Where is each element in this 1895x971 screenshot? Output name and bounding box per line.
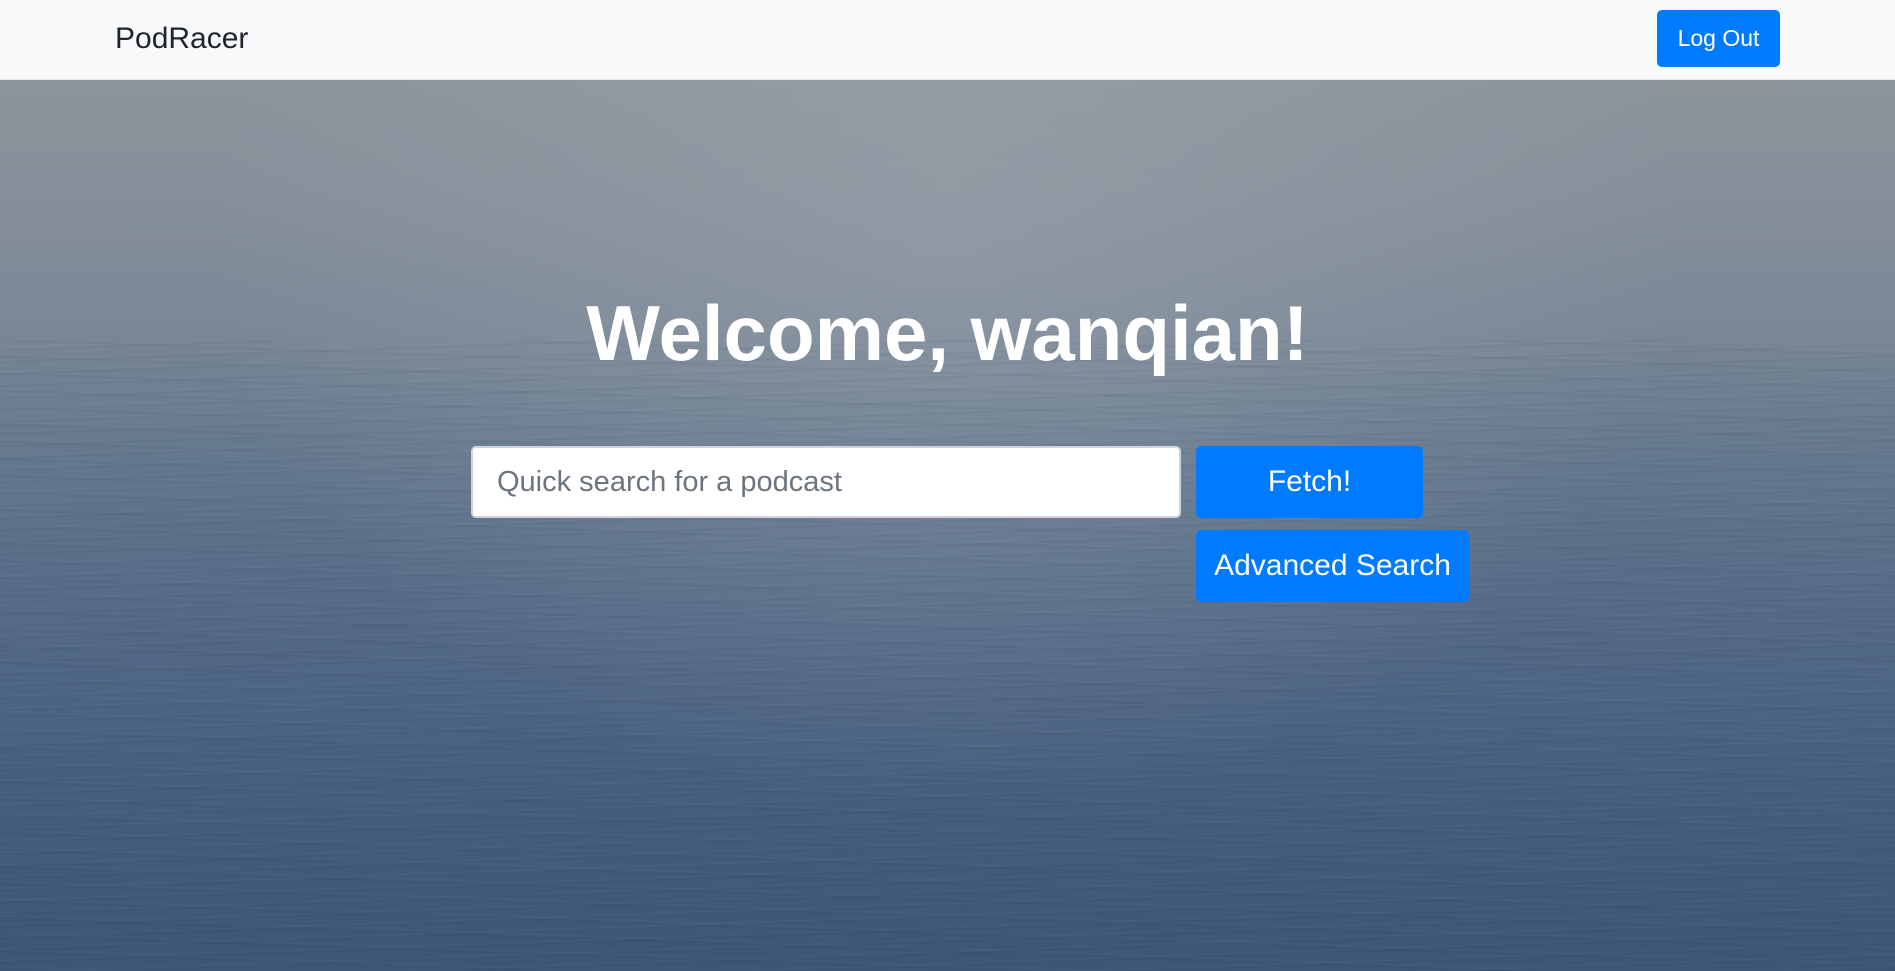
advanced-search-button[interactable]: Advanced Search — [1196, 530, 1469, 602]
welcome-heading: Welcome, wanqian! — [586, 289, 1309, 377]
top-navbar: PodRacer Log Out — [0, 0, 1895, 80]
hero-section — [0, 80, 1895, 971]
logout-button[interactable]: Log Out — [1657, 10, 1780, 67]
brand-logo-link[interactable]: PodRacer — [115, 20, 248, 58]
hero-background-waves — [0, 340, 1895, 971]
quick-search-input[interactable] — [471, 446, 1181, 518]
fetch-button[interactable]: Fetch! — [1196, 446, 1423, 518]
